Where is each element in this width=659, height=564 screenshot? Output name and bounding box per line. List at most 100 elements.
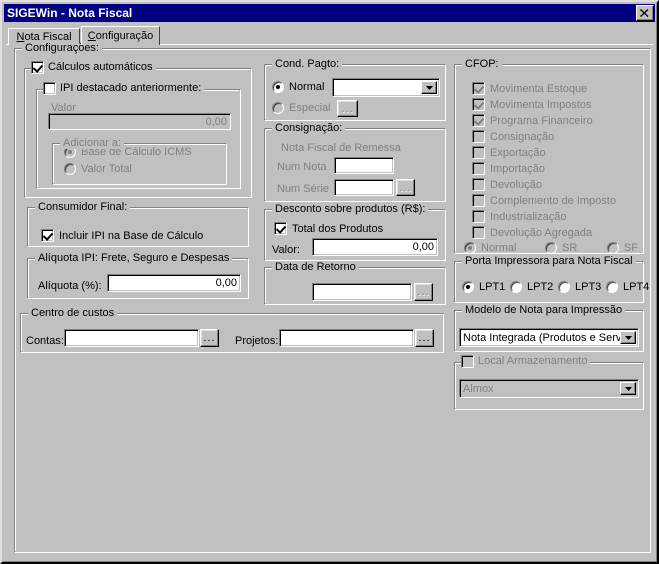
radio-cond-pagto-normal[interactable]: Normal: [272, 81, 324, 93]
cfop-checkbox-9-box[interactable]: [472, 226, 485, 239]
cond-pagto-especial-browse-button[interactable]: ...: [337, 100, 358, 117]
cond-pagto-caption: Cond. Pagto:: [272, 59, 343, 70]
porta-radio-lpt2[interactable]: LPT2: [510, 281, 553, 293]
porta-radio-lpt1[interactable]: LPT1: [462, 281, 505, 293]
porta-radio-lpt4-label: LPT4: [623, 281, 650, 293]
ipi-destacado-label: IPI destacado anteriormente:: [60, 82, 202, 94]
radio-cond-pagto-especial[interactable]: Especial: [272, 102, 331, 114]
cfop-checkbox-6-box[interactable]: [472, 178, 485, 191]
cfop-radio-sf-dot: [607, 242, 619, 254]
local-armazenamento-checkbox[interactable]: [461, 355, 474, 368]
aliquota-ipi-caption: Alíquota IPI: Frete, Seguro e Despesas: [35, 253, 233, 264]
num-serie-field[interactable]: [334, 179, 394, 196]
cfop-checkbox-8[interactable]: Industrialização: [472, 210, 566, 223]
cfop-checkbox-3-box[interactable]: [472, 130, 485, 143]
aliquota-label: Alíquota (%):: [38, 280, 102, 292]
total-produtos-label: Total dos Produtos: [292, 222, 384, 235]
cfop-checkbox-6-label: Devolução: [490, 178, 542, 191]
chevron-down-icon[interactable]: [620, 382, 636, 395]
cfop-radio-normal[interactable]: Normal: [464, 242, 516, 254]
cfop-checkbox-2-box[interactable]: [472, 114, 485, 127]
checkbox-incluir-ipi[interactable]: Incluir IPI na Base de Cálculo: [41, 229, 203, 242]
cfop-radio-sr[interactable]: SR: [545, 242, 577, 254]
cfop-checkbox-2[interactable]: Programa Financeiro: [472, 114, 593, 127]
cfop-checkbox-5[interactable]: Importação: [472, 162, 545, 175]
cond-pagto-combo[interactable]: [332, 78, 440, 97]
projetos-field[interactable]: [279, 329, 414, 347]
data-retorno-caption: Data de Retorno: [272, 262, 359, 273]
cfop-radio-sr-label: SR: [562, 242, 578, 254]
close-button[interactable]: [636, 5, 654, 21]
contas-field[interactable]: [64, 329, 199, 347]
cfop-checkbox-6[interactable]: Devolução: [472, 178, 542, 191]
title-bar-buttons: [636, 5, 654, 21]
cfop-checkbox-0-box[interactable]: [472, 82, 485, 95]
porta-radio-lpt4-dot: [606, 281, 618, 293]
cfop-checkbox-1[interactable]: Movimenta Impostos: [472, 98, 591, 111]
incluir-ipi-label: Incluir IPI na Base de Cálculo: [59, 229, 204, 242]
cfop-caption: CFOP:: [462, 59, 502, 70]
calculos-automaticos-label: Cálculos automáticos: [48, 61, 153, 73]
cfop-checkbox-7-label: Complemento de Imposto: [490, 194, 616, 207]
local-armazenamento-combo-value: Almox: [463, 382, 494, 395]
cfop-checkbox-9[interactable]: Devolução Agregada: [472, 226, 592, 239]
cfop-checkbox-7[interactable]: Complemento de Imposto: [472, 194, 616, 207]
ipi-valor-field[interactable]: 0,00: [48, 113, 231, 130]
data-retorno-field[interactable]: [312, 283, 412, 301]
cfop-checkbox-3[interactable]: Consignação: [472, 130, 554, 143]
local-armazenamento-caption[interactable]: Local Armazenamento: [461, 355, 591, 368]
local-armazenamento-combo[interactable]: Almox: [459, 379, 639, 398]
cfop-checkbox-0[interactable]: Movimenta Estoque: [472, 82, 587, 95]
radio-cond-pagto-normal-label: Normal: [289, 81, 325, 93]
incluir-ipi-checkbox[interactable]: [41, 229, 54, 242]
projetos-browse-button[interactable]: ...: [415, 329, 434, 347]
num-nota-label: Num Nota: [277, 161, 327, 173]
total-produtos-checkbox[interactable]: [274, 222, 287, 235]
porta-radio-lpt1-dot: [462, 281, 474, 293]
porta-radio-lpt3-dot: [558, 281, 570, 293]
contas-browse-button[interactable]: ...: [200, 329, 219, 347]
dialog-window: SIGEWin - Nota Fiscal Nota Fiscal Config…: [0, 0, 659, 564]
calculos-automaticos-caption[interactable]: Cálculos automáticos: [31, 61, 156, 74]
cfop-radio-sf[interactable]: SF: [607, 242, 638, 254]
porta-impressora-caption: Porta Impressora para Nota Fiscal: [462, 256, 636, 267]
cfop-checkbox-8-box[interactable]: [472, 210, 485, 223]
radio-cond-pagto-especial-dot: [272, 102, 284, 114]
cfop-checkbox-4-box[interactable]: [472, 146, 485, 159]
cfop-radio-normal-dot: [464, 242, 476, 254]
projetos-label: Projetos:: [235, 335, 279, 347]
porta-radio-lpt2-label: LPT2: [527, 281, 554, 293]
cfop-checkbox-1-box[interactable]: [472, 98, 485, 111]
ipi-destacado-checkbox[interactable]: [43, 82, 56, 95]
desconto-valor-field[interactable]: 0,00: [312, 238, 438, 256]
cfop-checkbox-1-label: Movimenta Impostos: [490, 98, 592, 111]
consignacao-caption: Consignação:: [272, 123, 346, 134]
radio-valor-total-label: Valor Total: [81, 163, 132, 175]
cfop-checkbox-7-box[interactable]: [472, 194, 485, 207]
calculos-automaticos-checkbox[interactable]: [31, 61, 44, 74]
tab-configuracao[interactable]: Configuração: [81, 26, 160, 45]
consignacao-browse-button[interactable]: ...: [396, 179, 415, 196]
tab-configuracao-label: Configuração: [87, 30, 154, 42]
chevron-down-icon[interactable]: [421, 81, 437, 94]
cfop-checkbox-0-label: Movimenta Estoque: [490, 82, 588, 95]
porta-radio-lpt1-label: LPT1: [479, 281, 506, 293]
num-serie-label: Num Série: [277, 183, 329, 195]
modelo-nota-combo-value: Nota Integrada (Produtos e Serviço: [463, 331, 636, 344]
ipi-destacado-caption[interactable]: IPI destacado anteriormente:: [43, 82, 205, 95]
aliquota-field[interactable]: 0,00: [107, 274, 241, 292]
cfop-checkbox-4[interactable]: Exportação: [472, 146, 546, 159]
modelo-nota-combo[interactable]: Nota Integrada (Produtos e Serviço: [459, 328, 639, 347]
cfop-checkbox-5-box[interactable]: [472, 162, 485, 175]
data-retorno-browse-button[interactable]: ...: [414, 283, 433, 301]
porta-radio-lpt4[interactable]: LPT4: [606, 281, 649, 293]
chevron-down-icon[interactable]: [620, 331, 636, 344]
consignacao-subtitle: Nota Fiscal de Remessa: [281, 142, 401, 154]
porta-radio-lpt3[interactable]: LPT3: [558, 281, 601, 293]
radio-valor-total[interactable]: Valor Total: [64, 163, 132, 175]
cfop-checkbox-5-label: Importação: [490, 162, 546, 175]
cfop-radio-normal-label: Normal: [481, 242, 517, 254]
num-nota-field[interactable]: [334, 157, 394, 174]
cfop-checkbox-2-label: Programa Financeiro: [490, 114, 593, 127]
checkbox-total-produtos[interactable]: Total dos Produtos: [274, 222, 383, 235]
